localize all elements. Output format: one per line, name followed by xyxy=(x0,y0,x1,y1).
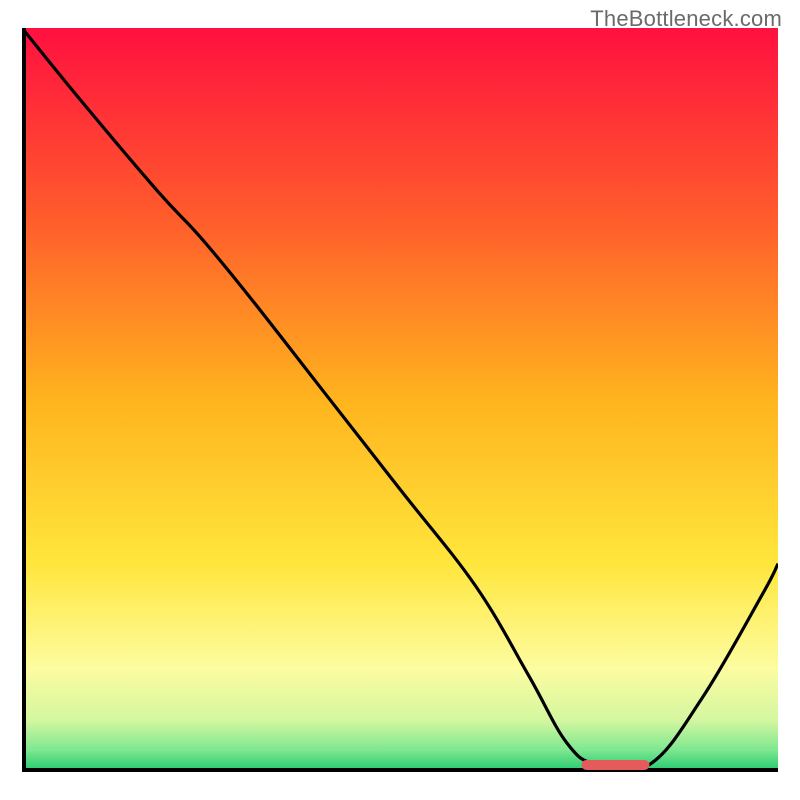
chart-container: TheBottleneck.com xyxy=(0,0,800,800)
optimal-marker xyxy=(581,760,649,770)
gradient-background xyxy=(22,28,778,772)
plot-area xyxy=(22,28,778,772)
bottleneck-chart xyxy=(22,28,778,772)
